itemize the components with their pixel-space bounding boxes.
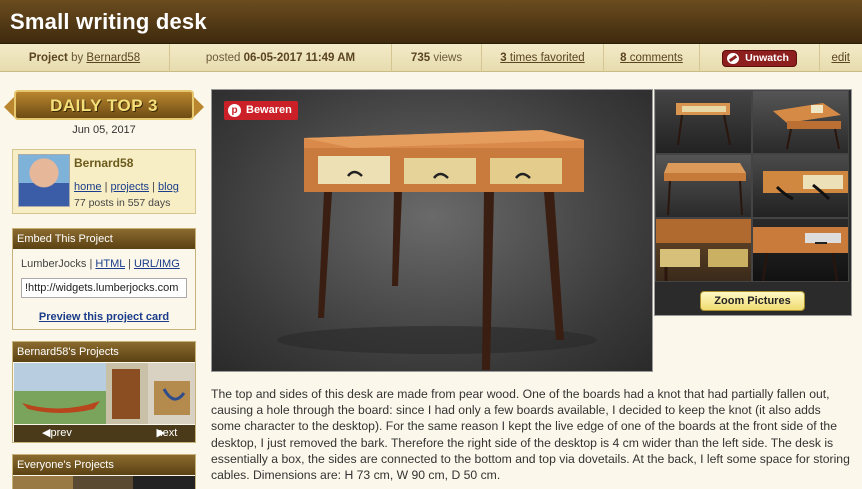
comments-cell: 8 comments: [604, 44, 700, 72]
thumbnail-1[interactable]: [655, 90, 752, 154]
next-button[interactable]: next ▶: [157, 426, 178, 439]
preview-card-link[interactable]: Preview this project card: [13, 311, 195, 323]
page-title: Small writing desk: [10, 9, 207, 34]
favorited-label: times favorited: [509, 52, 585, 64]
page-header: Small writing desk: [0, 0, 862, 44]
everyone-projects-box: Everyone's Projects: [12, 454, 196, 489]
user-projects-thumbnails: [14, 363, 195, 424]
comments-label: comments: [629, 52, 683, 64]
embed-code-input[interactable]: !http://widgets.lumberjocks.com: [21, 278, 187, 298]
edit-link[interactable]: edit: [831, 44, 850, 72]
thumbnail-3[interactable]: [655, 154, 752, 218]
favorited-count: 3: [500, 52, 507, 64]
thumbnail-2[interactable]: [752, 90, 849, 154]
everyone-projects-title: Everyone's Projects: [13, 455, 195, 475]
avatar[interactable]: [18, 154, 70, 207]
badge-left-ribbon: [4, 97, 14, 117]
embed-lumberjocks-label[interactable]: LumberJocks: [21, 258, 86, 270]
zoom-pictures-button[interactable]: Zoom Pictures: [700, 291, 805, 311]
embed-urlimg-link[interactable]: URL/IMG: [134, 258, 180, 270]
project-thumb-tray[interactable]: [148, 363, 195, 424]
daily-top-badge: DAILY TOP 3: [4, 90, 204, 120]
main-project-image[interactable]: p Bewaren: [211, 89, 653, 372]
favorited-cell: 3 times favorited: [482, 44, 604, 72]
project-thumb-boat[interactable]: [14, 363, 106, 424]
everyone-thumbnails: [13, 476, 195, 489]
pinterest-save-button[interactable]: p Bewaren: [224, 101, 298, 120]
unwatch-cell: Unwatch: [700, 44, 820, 72]
thumbnail-6[interactable]: [752, 218, 849, 282]
image-thumbnail-grid: [654, 89, 852, 316]
user-projects-title: Bernard58's Projects: [13, 342, 195, 362]
projects-pager: ◀ prev next ▶: [14, 425, 195, 442]
pinterest-icon: p: [228, 104, 241, 117]
project-thumb-box[interactable]: [106, 363, 148, 424]
project-description: The top and sides of this desk are made …: [211, 387, 850, 483]
posted-date: 06-05-2017 11:49 AM: [243, 52, 356, 64]
unwatch-icon: [727, 53, 740, 64]
posted-cell: posted 06-05-2017 11:49 AM: [170, 44, 392, 72]
user-projects-box: Bernard58's Projects ◀ prev next ▶: [12, 341, 196, 443]
posted-label: posted: [205, 52, 241, 64]
embed-project-box: Embed This Project LumberJocks | HTML | …: [12, 228, 196, 330]
thumbnail-4[interactable]: [752, 154, 849, 218]
user-card: Bernard58 home | projects | blog 77 post…: [12, 149, 196, 214]
author-link[interactable]: Bernard58: [86, 52, 140, 64]
user-name-link[interactable]: Bernard58: [74, 156, 133, 170]
badge-right-ribbon: [194, 97, 204, 117]
embed-html-link[interactable]: HTML: [95, 258, 125, 270]
embed-format-links: LumberJocks | HTML | URL/IMG: [21, 258, 180, 270]
user-blog-link[interactable]: blog: [158, 181, 179, 193]
views-count: 735: [410, 52, 431, 64]
desk-photo: [277, 130, 597, 370]
project-thumbnails-svg: [14, 363, 195, 424]
user-stats: 77 posts in 557 days: [74, 197, 171, 209]
comments-link[interactable]: 8 comments: [620, 52, 683, 64]
badge-date: Jun 05, 2017: [72, 124, 136, 136]
project-author-cell: Project by Bernard58: [0, 44, 170, 72]
user-projects-link[interactable]: projects: [111, 181, 150, 193]
by-label: by: [71, 52, 84, 64]
daily-top-label: DAILY TOP 3: [50, 96, 158, 115]
comments-count: 8: [620, 52, 627, 64]
user-links: home | projects | blog: [74, 181, 179, 193]
user-home-link[interactable]: home: [74, 181, 102, 193]
favorited-link[interactable]: 3 times favorited: [500, 52, 584, 64]
project-meta-bar: Project by Bernard58 posted 06-05-2017 1…: [0, 44, 862, 72]
unwatch-label: Unwatch: [745, 52, 789, 64]
project-label: Project: [28, 52, 68, 64]
next-label: next: [156, 427, 178, 439]
prev-button[interactable]: ◀ prev: [42, 426, 72, 439]
views-cell: 735 views: [392, 44, 482, 72]
views-label: views: [433, 52, 463, 64]
thumbnail-5[interactable]: [655, 218, 752, 282]
embed-title: Embed This Project: [13, 229, 195, 249]
prev-label: prev: [50, 427, 72, 439]
pinterest-label: Bewaren: [246, 104, 292, 116]
unwatch-button[interactable]: Unwatch: [722, 50, 797, 67]
